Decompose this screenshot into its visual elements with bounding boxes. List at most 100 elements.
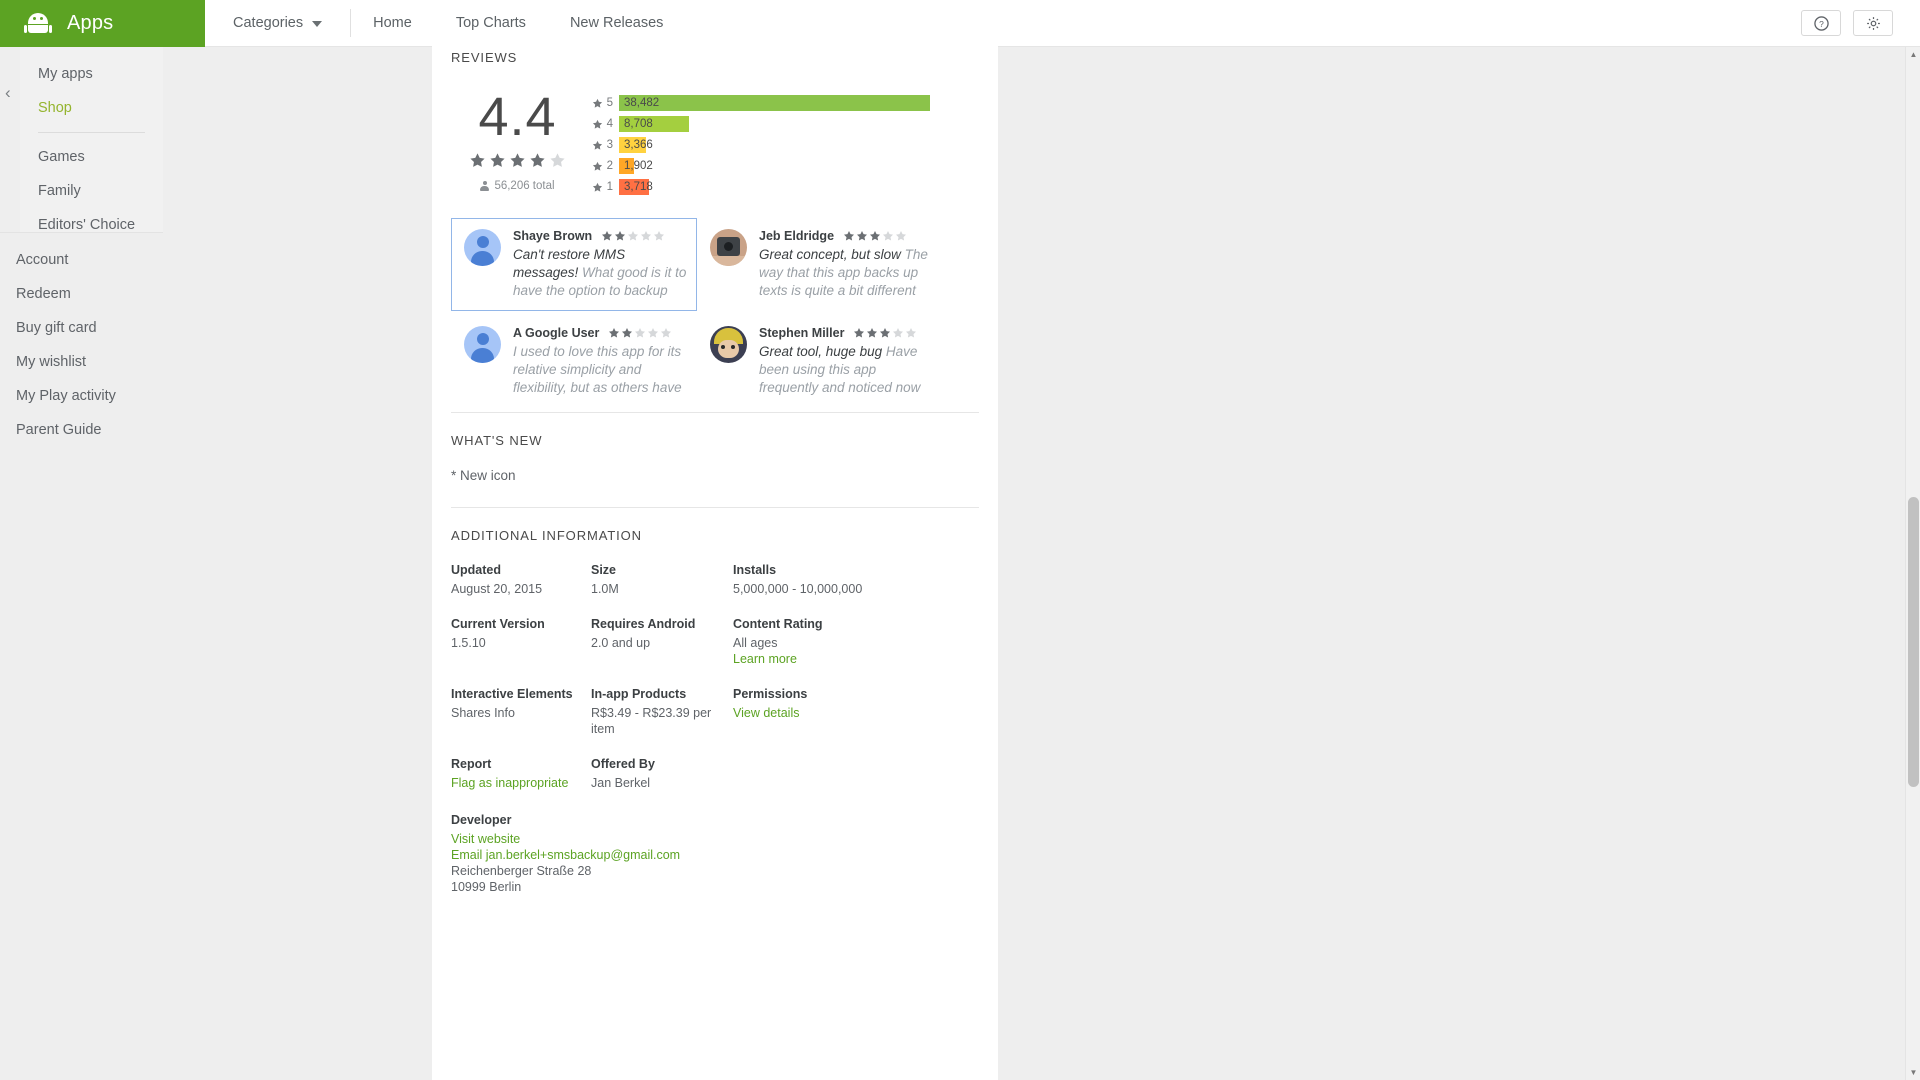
drawer-item-shop[interactable]: Shop bbox=[20, 91, 163, 125]
histogram-star-number: 4 bbox=[607, 118, 613, 130]
info-field-value: 5,000,000 - 10,000,000 bbox=[733, 581, 979, 597]
info-field-value: 1.5.10 bbox=[451, 635, 591, 651]
histogram-star-number: 3 bbox=[607, 139, 613, 151]
drawer-item-buy-gift-card[interactable]: Buy gift card bbox=[0, 311, 163, 345]
drawer-item-my-wishlist[interactable]: My wishlist bbox=[0, 345, 163, 379]
scroll-down-arrow[interactable]: ▼ bbox=[1906, 1065, 1920, 1080]
star-icon bbox=[592, 140, 603, 151]
histogram-star-number: 2 bbox=[607, 160, 613, 172]
avatar bbox=[464, 326, 501, 363]
info-field-value: 1.0M bbox=[591, 581, 733, 597]
ratings-summary: 4.4 56,206 total 538,48248,70833,36621,9… bbox=[451, 87, 998, 198]
histogram-star-number: 5 bbox=[607, 97, 613, 109]
info-field: Report Flag as inappropriate bbox=[451, 757, 591, 791]
settings-button[interactable] bbox=[1853, 10, 1893, 36]
android-robot-icon bbox=[26, 13, 50, 33]
whats-new-body: * New icon bbox=[451, 468, 979, 483]
star-icon bbox=[869, 230, 881, 242]
nav-link-home[interactable]: Home bbox=[351, 0, 434, 47]
drawer-item-games[interactable]: Games bbox=[20, 140, 163, 174]
review-star-rating bbox=[608, 327, 672, 339]
rating-histogram: 538,48248,70833,36621,90213,718 bbox=[584, 87, 998, 198]
info-field-label: Content Rating bbox=[733, 617, 979, 631]
star-icon bbox=[608, 327, 620, 339]
info-field-label: Report bbox=[451, 757, 591, 771]
review-text: Great concept, but slow The way that thi… bbox=[759, 246, 935, 300]
info-field-value: Flag as inappropriate bbox=[451, 775, 591, 791]
star-icon bbox=[856, 230, 868, 242]
nav-categories-label: Categories bbox=[233, 0, 303, 47]
star-icon bbox=[601, 230, 613, 242]
avatar bbox=[710, 326, 747, 363]
review-text: Great tool, huge bug Have been using thi… bbox=[759, 343, 935, 397]
reviews-section: REVIEWS 4.4 56,206 total 538,48248,70833… bbox=[432, 31, 998, 412]
star-icon bbox=[653, 230, 665, 242]
review-card[interactable]: Jeb Eldridge Great concept, but slow The … bbox=[697, 218, 943, 311]
drawer-item-my-play-activity[interactable]: My Play activity bbox=[0, 379, 163, 413]
developer-label: Developer bbox=[451, 813, 979, 827]
scrollbar-thumb[interactable] bbox=[1908, 497, 1919, 787]
star-icon bbox=[621, 327, 633, 339]
histogram-row: 538,482 bbox=[584, 93, 998, 113]
star-icon bbox=[905, 327, 917, 339]
chevron-down-icon bbox=[312, 21, 322, 27]
person-icon bbox=[480, 181, 489, 191]
additional-information-section: ADDITIONAL INFORMATION UpdatedAugust 20,… bbox=[432, 508, 998, 915]
review-text: Can't restore MMS messages! What good is… bbox=[513, 246, 689, 300]
info-field: UpdatedAugust 20, 2015 bbox=[451, 563, 591, 597]
info-field-link[interactable]: Flag as inappropriate bbox=[451, 775, 591, 791]
star-icon bbox=[592, 119, 603, 130]
page-scrollbar[interactable]: ▲ ▼ bbox=[1905, 47, 1920, 1080]
info-field-label: Current Version bbox=[451, 617, 591, 631]
histogram-row: 2 1,902 bbox=[584, 156, 998, 176]
star-icon bbox=[660, 327, 672, 339]
info-field-link[interactable]: Learn more bbox=[733, 651, 979, 667]
info-field-label: In-app Products bbox=[591, 687, 733, 701]
drawer-top-section: My apps Shop Games Family Editors' Choic… bbox=[20, 47, 163, 254]
star-icon bbox=[592, 161, 603, 172]
review-card[interactable]: Shaye BrownCan't restore MMS messages! W… bbox=[451, 218, 697, 311]
star-icon bbox=[614, 230, 626, 242]
review-card[interactable]: A Google UserI used to love this app for… bbox=[451, 315, 697, 408]
info-field: Installs 5,000,000 - 10,000,000 bbox=[733, 563, 979, 597]
drawer-collapse-button[interactable]: ‹ bbox=[5, 83, 17, 103]
help-button[interactable]: ? bbox=[1801, 10, 1841, 36]
star-icon bbox=[592, 182, 603, 193]
nav-categories-dropdown[interactable]: Categories bbox=[205, 0, 350, 47]
info-field: PermissionsView details bbox=[733, 687, 979, 737]
star-icon bbox=[529, 152, 546, 169]
star-icon bbox=[509, 152, 526, 169]
developer-website-link[interactable]: Visit website bbox=[451, 831, 979, 847]
info-field-link[interactable]: View details bbox=[733, 705, 979, 721]
review-author: Jeb Eldridge bbox=[759, 229, 834, 243]
review-text: I used to love this app for its relative… bbox=[513, 343, 689, 397]
drawer-item-account[interactable]: Account bbox=[0, 243, 163, 277]
review-list: Shaye BrownCan't restore MMS messages! W… bbox=[451, 218, 998, 412]
review-star-rating bbox=[843, 230, 907, 242]
histogram-bar-value: 1,902 bbox=[624, 160, 653, 172]
star-icon bbox=[879, 327, 891, 339]
info-field: Size 1.0M bbox=[591, 563, 733, 597]
average-score-block: 4.4 56,206 total bbox=[451, 87, 584, 198]
histogram-row: 33,366 bbox=[584, 135, 998, 155]
drawer-item-redeem[interactable]: Redeem bbox=[0, 277, 163, 311]
star-icon bbox=[647, 327, 659, 339]
histogram-star-label: 4 bbox=[584, 118, 619, 130]
star-icon bbox=[882, 230, 894, 242]
scroll-up-arrow[interactable]: ▲ bbox=[1906, 47, 1920, 62]
histogram-star-label: 2 bbox=[584, 160, 619, 172]
info-field-label: Size bbox=[591, 563, 733, 577]
star-icon bbox=[866, 327, 878, 339]
histogram-star-label: 3 bbox=[584, 139, 619, 151]
drawer-item-my-apps[interactable]: My apps bbox=[20, 57, 163, 91]
review-card[interactable]: Stephen MillerGreat tool, huge bug Have … bbox=[697, 315, 943, 408]
info-field-label: Installs bbox=[733, 563, 979, 577]
left-drawer: My apps Shop Games Family Editors' Choic… bbox=[20, 47, 163, 254]
drawer-item-family[interactable]: Family bbox=[20, 174, 163, 208]
help-circle-icon: ? bbox=[1814, 16, 1829, 31]
brand-home-link[interactable]: Apps bbox=[0, 0, 205, 47]
star-icon bbox=[627, 230, 639, 242]
developer-email-link[interactable]: Email jan.berkel+smsbackup@gmail.com bbox=[451, 847, 979, 863]
drawer-item-parent-guide[interactable]: Parent Guide bbox=[0, 413, 163, 447]
reviews-heading: REVIEWS bbox=[451, 50, 998, 65]
